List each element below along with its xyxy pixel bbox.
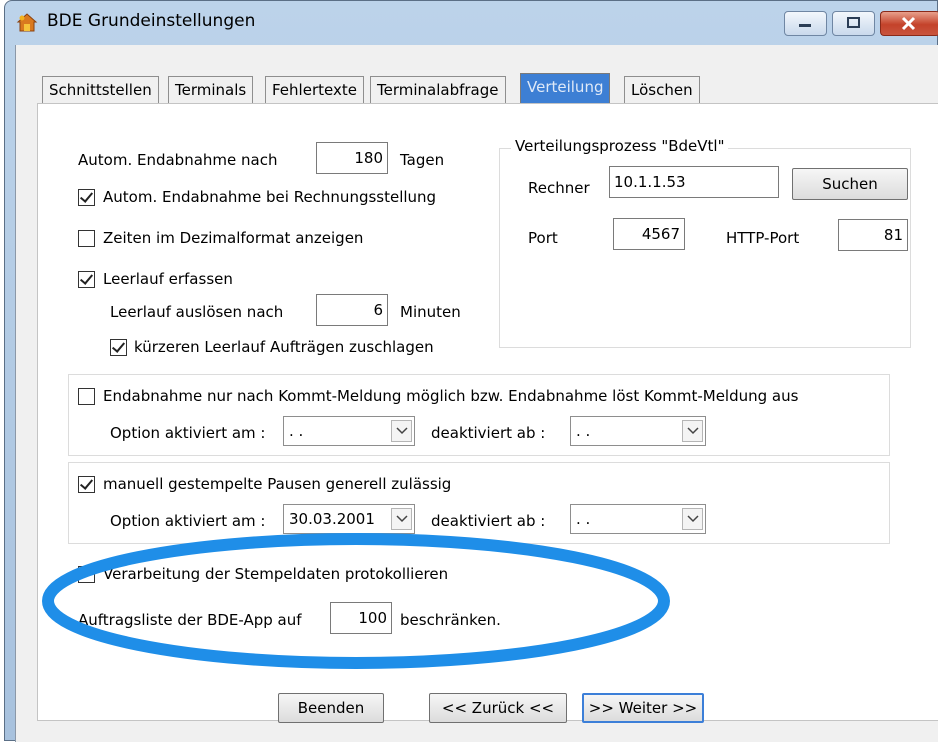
port-input[interactable] bbox=[613, 218, 685, 250]
tab-loeschen[interactable]: Löschen bbox=[624, 76, 700, 103]
pausen-aktiviert-label: Option aktiviert am : bbox=[110, 512, 266, 530]
kuerzer-checkbox[interactable] bbox=[110, 339, 127, 356]
tab-schnittstellen[interactable]: Schnittstellen bbox=[42, 76, 159, 103]
leerlauf-checkbox[interactable] bbox=[78, 271, 95, 288]
verteilung-panel: Autom. Endabnahme nach Tagen Autom. Enda… bbox=[37, 103, 938, 721]
kommt-deaktiviert-combo[interactable]: . . bbox=[570, 416, 706, 446]
minimize-button[interactable] bbox=[784, 11, 827, 36]
auftragsliste-suffix: beschränken. bbox=[400, 611, 501, 629]
maximize-button[interactable] bbox=[832, 11, 875, 36]
leerlauf-minutes-input[interactable] bbox=[316, 294, 388, 326]
kommt-deaktiviert-label: deaktiviert ab : bbox=[431, 424, 546, 442]
kommt-aktiviert-value: . . bbox=[289, 422, 304, 440]
endabnahme-days-unit: Tagen bbox=[400, 151, 445, 169]
auftragsliste-prefix: Auftragsliste der BDE-App auf bbox=[78, 611, 302, 629]
kommt-label: Endabnahme nur nach Kommt-Meldung möglic… bbox=[103, 387, 799, 405]
rechner-label: Rechner bbox=[528, 179, 590, 197]
beenden-button[interactable]: Beenden bbox=[278, 693, 384, 723]
http-port-label: HTTP-Port bbox=[726, 229, 800, 247]
tab-verteilung[interactable]: Verteilung bbox=[520, 73, 611, 103]
kommt-aktiviert-label: Option aktiviert am : bbox=[110, 424, 266, 442]
chevron-down-icon[interactable] bbox=[391, 508, 412, 530]
window-title: BDE Grundeinstellungen bbox=[47, 11, 256, 31]
suchen-button[interactable]: Suchen bbox=[792, 168, 908, 200]
tab-terminals[interactable]: Terminals bbox=[168, 76, 254, 103]
pausen-checkbox[interactable] bbox=[78, 476, 95, 493]
zurueck-button[interactable]: << Zurück << bbox=[429, 693, 567, 723]
close-icon bbox=[901, 16, 916, 31]
rechnung-label: Autom. Endabnahme bei Rechnungsstellung bbox=[103, 188, 437, 206]
dezimal-label: Zeiten im Dezimalformat anzeigen bbox=[103, 229, 364, 247]
kuerzer-label: kürzeren Leerlauf Aufträgen zuschlagen bbox=[134, 338, 434, 356]
pausen-aktiviert-value: 30.03.2001 bbox=[289, 510, 375, 528]
http-port-input[interactable] bbox=[838, 219, 908, 251]
kommt-deaktiviert-value: . . bbox=[576, 422, 591, 440]
chevron-down-icon[interactable] bbox=[682, 420, 703, 442]
rechner-input[interactable] bbox=[609, 166, 779, 198]
leerlauf-minutes-unit: Minuten bbox=[400, 303, 461, 321]
pausen-label: manuell gestempelte Pausen generell zulä… bbox=[103, 475, 452, 493]
endabnahme-label: Autom. Endabnahme nach bbox=[78, 151, 278, 169]
kommt-aktiviert-combo[interactable]: . . bbox=[283, 416, 415, 446]
verarbeitung-checkbox[interactable] bbox=[78, 566, 95, 583]
leerlauf-ausloesen-label: Leerlauf auslösen nach bbox=[110, 303, 284, 321]
endabnahme-days-input[interactable] bbox=[316, 142, 388, 174]
pausen-deaktiviert-label: deaktiviert ab : bbox=[431, 512, 546, 530]
minimize-icon bbox=[799, 24, 811, 27]
chevron-down-icon[interactable] bbox=[391, 420, 412, 442]
rechnung-checkbox[interactable] bbox=[78, 189, 95, 206]
pausen-deaktiviert-combo[interactable]: . . bbox=[570, 504, 706, 534]
dezimal-checkbox[interactable] bbox=[78, 230, 95, 247]
verteilungsprozess-group-label: Verteilungsprozess "BdeVtl" bbox=[511, 137, 729, 155]
close-button[interactable] bbox=[880, 11, 938, 36]
pausen-aktiviert-combo[interactable]: 30.03.2001 bbox=[283, 504, 415, 534]
app-house-icon bbox=[16, 13, 38, 32]
chevron-down-icon[interactable] bbox=[682, 508, 703, 530]
verarbeitung-label: Verarbeitung der Stempeldaten protokolli… bbox=[103, 565, 449, 583]
title-bar[interactable]: BDE Grundeinstellungen bbox=[5, 1, 938, 45]
port-label: Port bbox=[528, 229, 558, 247]
client-area: Schnittstellen Terminals Fehlertexte Ter… bbox=[15, 45, 938, 742]
tab-terminalabfrage[interactable]: Terminalabfrage bbox=[370, 76, 506, 103]
leerlauf-label: Leerlauf erfassen bbox=[103, 270, 233, 288]
kommt-checkbox[interactable] bbox=[78, 388, 95, 405]
weiter-button[interactable]: >> Weiter >> bbox=[582, 693, 704, 723]
app-window: BDE Grundeinstellungen Schnittstellen Te… bbox=[4, 0, 938, 742]
maximize-icon bbox=[847, 17, 860, 28]
auftragsliste-input[interactable] bbox=[330, 602, 392, 634]
pausen-deaktiviert-value: . . bbox=[576, 510, 591, 528]
tab-fehlertexte[interactable]: Fehlertexte bbox=[265, 76, 364, 103]
